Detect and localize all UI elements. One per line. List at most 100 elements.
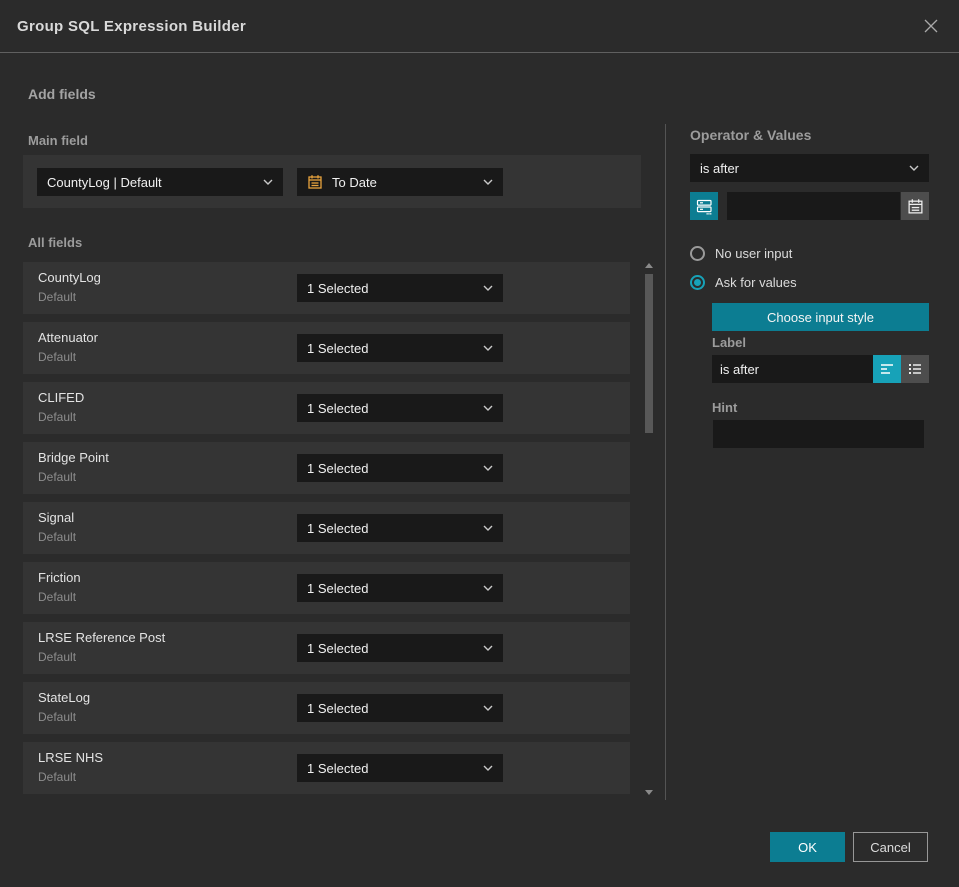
- field-selected-dropdown[interactable]: 1 Selected: [297, 454, 503, 482]
- field-name: Signal: [38, 510, 75, 525]
- chevron-down-icon: [483, 705, 493, 711]
- operator-select[interactable]: is after: [690, 154, 929, 182]
- radio-circle-icon: [690, 245, 705, 261]
- field-row: Bridge Point Default 1 Selected: [23, 442, 630, 494]
- label-caption: Label: [712, 335, 746, 350]
- radio-ask-for-values-label: Ask for values: [715, 274, 797, 290]
- ok-button-label: OK: [798, 839, 817, 855]
- dialog-title: Group SQL Expression Builder: [17, 17, 246, 35]
- main-field-date-select[interactable]: To Date: [297, 168, 503, 196]
- align-left-icon: [881, 364, 893, 374]
- radio-selected-icon: [690, 274, 705, 290]
- field-subtitle: Default: [38, 710, 77, 724]
- list-scrollbar[interactable]: [644, 262, 654, 796]
- field-selected-dropdown[interactable]: 1 Selected: [297, 334, 503, 362]
- date-picker-button[interactable]: [901, 192, 929, 220]
- main-field-caption: Main field: [28, 133, 88, 148]
- field-selected-dropdown-label: 1 Selected: [307, 460, 369, 476]
- field-subtitle: Default: [38, 470, 77, 484]
- field-row: Attenuator Default 1 Selected: [23, 322, 630, 374]
- field-selected-dropdown[interactable]: 1 Selected: [297, 274, 503, 302]
- all-fields-caption: All fields: [28, 235, 83, 250]
- chevron-down-icon: [483, 525, 493, 531]
- calendar-icon: [907, 198, 923, 214]
- value-input[interactable]: [727, 192, 900, 220]
- field-row: StateLog Default 1 Selected: [23, 682, 630, 734]
- field-name: LRSE Reference Post: [38, 630, 166, 645]
- chevron-down-icon: [263, 179, 273, 185]
- field-name: CLIFED: [38, 390, 85, 405]
- field-selected-dropdown-label: 1 Selected: [307, 520, 369, 536]
- scrollbar-thumb[interactable]: [645, 274, 653, 433]
- field-selected-dropdown[interactable]: 1 Selected: [297, 754, 503, 782]
- stacked-values-icon: [696, 199, 712, 214]
- field-selected-dropdown-label: 1 Selected: [307, 760, 369, 776]
- main-field-select-value: CountyLog | Default: [47, 174, 162, 190]
- hint-input[interactable]: [713, 420, 924, 448]
- field-selected-dropdown[interactable]: 1 Selected: [297, 574, 503, 602]
- main-field-select[interactable]: CountyLog | Default: [37, 168, 283, 196]
- list-style-toggle[interactable]: [901, 355, 929, 383]
- close-button[interactable]: [920, 15, 942, 37]
- field-row: CountyLog Default 1 Selected: [23, 262, 630, 314]
- field-selected-dropdown[interactable]: 1 Selected: [297, 514, 503, 542]
- field-name: CountyLog: [38, 270, 101, 285]
- main-field-date-select-value: To Date: [332, 174, 377, 190]
- field-row: CLIFED Default 1 Selected: [23, 382, 630, 434]
- all-fields-list: CountyLog Default 1 Selected Attenuator …: [23, 262, 630, 802]
- choose-input-style-button[interactable]: Choose input style: [712, 303, 929, 331]
- operator-select-value: is after: [700, 160, 740, 176]
- group-sql-expression-builder-dialog: Group SQL Expression Builder Add fields …: [0, 0, 959, 887]
- radio-no-user-input[interactable]: No user input: [690, 245, 792, 261]
- chevron-down-icon: [483, 585, 493, 591]
- radio-no-user-input-label: No user input: [715, 245, 793, 261]
- field-name: Friction: [38, 570, 81, 585]
- cancel-button-label: Cancel: [870, 839, 911, 855]
- field-selected-dropdown-label: 1 Selected: [307, 340, 369, 356]
- field-selected-dropdown-label: 1 Selected: [307, 400, 369, 416]
- hint-caption: Hint: [712, 400, 738, 415]
- chevron-down-icon: [483, 765, 493, 771]
- field-subtitle: Default: [38, 530, 77, 544]
- radio-ask-for-values[interactable]: Ask for values: [690, 274, 797, 290]
- field-selected-dropdown[interactable]: 1 Selected: [297, 394, 503, 422]
- field-name: Attenuator: [38, 330, 98, 345]
- chevron-down-icon: [483, 285, 493, 291]
- field-subtitle: Default: [38, 290, 77, 304]
- field-subtitle: Default: [38, 410, 77, 424]
- field-subtitle: Default: [38, 770, 77, 784]
- scrollbar-up-arrow-icon[interactable]: [645, 263, 653, 268]
- chevron-down-icon: [483, 345, 493, 351]
- field-selected-dropdown-label: 1 Selected: [307, 280, 369, 296]
- choose-input-style-label: Choose input style: [767, 309, 874, 325]
- field-subtitle: Default: [38, 590, 77, 604]
- field-name: LRSE NHS: [38, 750, 104, 765]
- field-selected-dropdown[interactable]: 1 Selected: [297, 634, 503, 662]
- field-selected-dropdown[interactable]: 1 Selected: [297, 694, 503, 722]
- chevron-down-icon: [483, 405, 493, 411]
- field-name: Bridge Point: [38, 450, 109, 465]
- dialog-titlebar: Group SQL Expression Builder: [0, 0, 959, 53]
- field-selected-dropdown-label: 1 Selected: [307, 700, 369, 716]
- add-fields-heading: Add fields: [28, 86, 96, 102]
- field-row: LRSE NHS Default 1 Selected: [23, 742, 630, 794]
- field-row: Signal Default 1 Selected: [23, 502, 630, 554]
- field-row: Friction Default 1 Selected: [23, 562, 630, 614]
- cancel-button[interactable]: Cancel: [853, 832, 928, 862]
- field-selected-dropdown-label: 1 Selected: [307, 640, 369, 656]
- ok-button[interactable]: OK: [770, 832, 845, 862]
- field-subtitle: Default: [38, 650, 77, 664]
- unique-values-button[interactable]: [690, 192, 718, 220]
- chevron-down-icon: [909, 165, 919, 171]
- scrollbar-down-arrow-icon[interactable]: [645, 790, 653, 795]
- chevron-down-icon: [483, 465, 493, 471]
- bullet-list-icon: [909, 364, 921, 374]
- label-input[interactable]: [712, 355, 873, 383]
- close-icon: [924, 19, 938, 33]
- chevron-down-icon: [483, 645, 493, 651]
- chevron-down-icon: [483, 179, 493, 185]
- field-subtitle: Default: [38, 350, 77, 364]
- field-row: LRSE Reference Post Default 1 Selected: [23, 622, 630, 674]
- single-line-style-toggle[interactable]: [873, 355, 901, 383]
- calendar-icon: [307, 174, 323, 190]
